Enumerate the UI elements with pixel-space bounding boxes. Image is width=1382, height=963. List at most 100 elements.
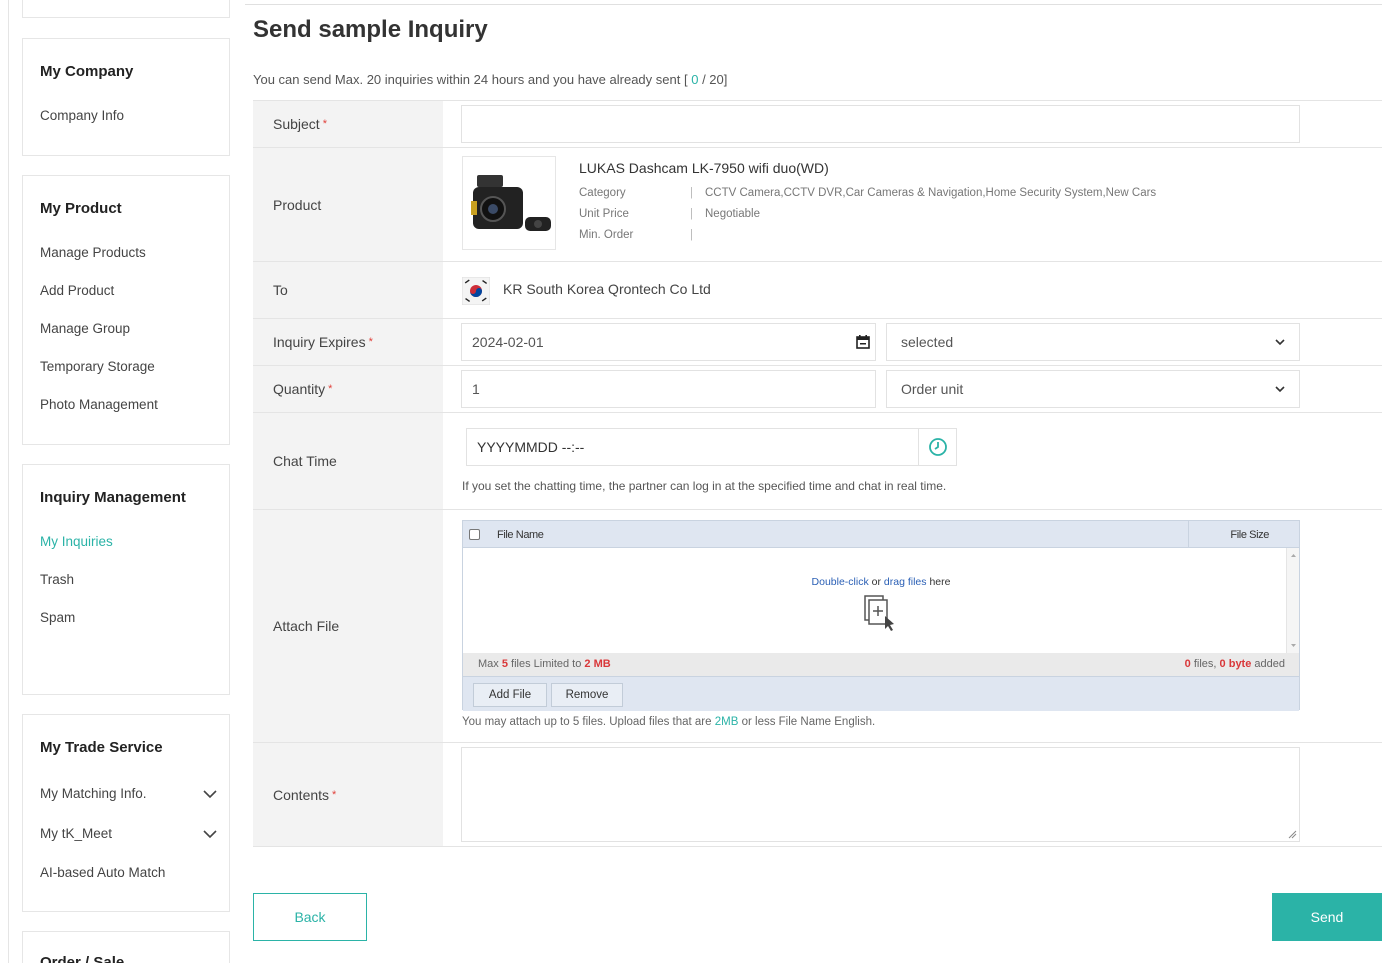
chat-time-note: If you set the chatting time, the partne…: [462, 479, 947, 493]
product-sep: |: [690, 229, 693, 241]
clock-icon[interactable]: [918, 428, 957, 466]
row-quantity: Quantity * 1 Order unit: [253, 366, 1382, 413]
drop-zone-scrollbar[interactable]: [1286, 548, 1299, 653]
sidebar-item-company-info[interactable]: Company Info: [40, 108, 124, 123]
drop-drag-files: drag files: [883, 576, 927, 588]
page-title: Send sample Inquiry: [253, 16, 488, 43]
order-unit-select[interactable]: Order unit: [886, 370, 1300, 408]
product-price-value: Negotiable: [705, 208, 760, 220]
expires-select-value: selected: [901, 334, 954, 350]
file-drop-zone[interactable]: Double-click or drag files here: [463, 548, 1299, 653]
limit-max: / 20]: [702, 72, 728, 87]
chevron-down-icon: [1275, 339, 1285, 346]
product-sep: |: [690, 187, 693, 199]
contents-label: Contents *: [253, 743, 443, 846]
expires-date-value: 2024-02-01: [472, 334, 544, 350]
select-all-checkbox[interactable]: [469, 529, 480, 540]
back-button[interactable]: Back: [253, 893, 367, 941]
send-button[interactable]: Send: [1272, 893, 1382, 941]
row-attach: Attach File File Name File Size Double-c…: [253, 510, 1382, 743]
limit-sent-count: 0: [691, 72, 699, 87]
sidebar-card-inquiry: Inquiry Management My Inquiries Trash Sp…: [22, 464, 230, 695]
attach-note-suffix: or less File Name English.: [741, 716, 876, 728]
sidebar-item-temporary-storage[interactable]: Temporary Storage: [40, 359, 155, 374]
resize-handle-icon[interactable]: [1288, 830, 1297, 839]
drop-double-click: Double-click: [811, 576, 869, 588]
product-min-order-key: Min. Order: [579, 229, 634, 241]
sidebar-item-my-inquiries[interactable]: My Inquiries: [40, 534, 113, 549]
subject-input[interactable]: [461, 105, 1300, 143]
sidebar-item-trash[interactable]: Trash: [40, 572, 74, 587]
sidebar-divider: [8, 0, 9, 963]
file-actions: Add File Remove: [463, 676, 1299, 711]
file-count-text: 0 files, 0 byte added: [1185, 658, 1285, 670]
inquiry-form: Subject * Product LUKAS Dashcam LK-7950 w…: [253, 100, 1382, 847]
chevron-down-icon[interactable]: [203, 790, 217, 800]
sidebar-item-tk-meet[interactable]: My tK_Meet: [40, 826, 112, 841]
drop-message: Double-click or drag files here: [463, 576, 1299, 588]
sidebar-item-manage-group[interactable]: Manage Group: [40, 321, 130, 336]
attach-note: You may attach up to 5 files. Upload fil…: [462, 716, 875, 728]
subject-label-text: Subject: [273, 116, 320, 132]
expires-select[interactable]: selected: [886, 323, 1300, 361]
drop-here: here: [929, 576, 951, 588]
expires-date-input[interactable]: 2024-02-01: [461, 323, 876, 361]
product-category-key: Category: [579, 187, 626, 199]
chat-time-label: Chat Time: [253, 413, 443, 509]
chevron-down-icon: [1275, 386, 1285, 393]
row-to: To KR South Korea Qrontech Co Ltd: [253, 262, 1382, 319]
chat-time-placeholder: YYYYMMDD --:--: [477, 439, 585, 455]
contents-textarea[interactable]: [461, 747, 1300, 842]
calendar-icon[interactable]: [856, 335, 870, 352]
sidebar-card-order: Order / Sale: [22, 931, 230, 963]
attach-note-text: You may attach up to 5 files. Upload fil…: [462, 716, 712, 728]
row-contents: Contents *: [253, 743, 1382, 847]
sidebar: My Company Company Info My Product Manag…: [0, 0, 245, 963]
row-expires: Inquiry Expires * 2024-02-01 selected: [253, 319, 1382, 366]
required-mark: *: [322, 118, 327, 130]
quantity-input[interactable]: 1: [461, 370, 876, 408]
required-mark: *: [368, 336, 373, 348]
sidebar-card-trade: My Trade Service My Matching Info. My tK…: [22, 714, 230, 912]
attach-label: Attach File: [253, 510, 443, 742]
product-thumbnail: [462, 156, 556, 250]
order-unit-value: Order unit: [901, 381, 964, 397]
sidebar-title-order: Order / Sale: [40, 954, 125, 963]
contents-label-text: Contents: [273, 786, 330, 803]
sidebar-item-manage-products[interactable]: Manage Products: [40, 245, 146, 260]
limit-text: You can send Max. 20 inquiries within 24…: [253, 72, 688, 87]
product-category-value: CCTV Camera,CCTV DVR,Car Cameras & Navig…: [705, 187, 1157, 199]
recipient-company: KR South Korea Qrontech Co Ltd: [503, 281, 711, 297]
column-file-name: File Name: [497, 529, 544, 541]
sidebar-item-add-product[interactable]: Add Product: [40, 283, 114, 298]
limit-mid-text: files Limited to: [511, 658, 582, 670]
quantity-label: Quantity *: [253, 366, 443, 412]
to-label: To: [253, 262, 443, 318]
added-word: added: [1254, 658, 1285, 670]
quantity-label-text: Quantity: [273, 381, 326, 397]
sidebar-item-matching-info[interactable]: My Matching Info.: [40, 786, 147, 801]
row-product: Product LUKAS Dashcam LK-7950 wifi duo(W…: [253, 148, 1382, 262]
column-file-size: File Size: [1230, 529, 1269, 541]
limit-max-size: 2 MB: [584, 658, 611, 670]
add-file-button[interactable]: Add File: [473, 683, 547, 707]
sidebar-title-inquiry: Inquiry Management: [40, 489, 186, 506]
limit-max-word: Max: [478, 658, 499, 670]
inquiry-limit-note: You can send Max. 20 inquiries within 24…: [253, 72, 727, 87]
expires-label-text: Inquiry Expires: [273, 334, 366, 350]
sidebar-item-auto-match[interactable]: AI-based Auto Match: [40, 865, 165, 880]
row-subject: Subject *: [253, 101, 1382, 148]
sidebar-title-company: My Company: [40, 63, 134, 80]
subject-label: Subject *: [253, 101, 443, 147]
chat-time-input[interactable]: YYYYMMDD --:--: [466, 428, 919, 466]
remove-file-button[interactable]: Remove: [551, 683, 623, 707]
sidebar-item-spam[interactable]: Spam: [40, 610, 75, 625]
sidebar-card-top: [22, 0, 230, 18]
main-content: Send sample Inquiry You can send Max. 20…: [253, 0, 1382, 963]
sidebar-title-product: My Product: [40, 200, 122, 217]
chevron-down-icon[interactable]: [203, 830, 217, 840]
limit-max-files: 5: [501, 658, 508, 670]
sidebar-item-photo-management[interactable]: Photo Management: [40, 397, 158, 412]
file-count: 0: [1184, 658, 1191, 670]
south-korea-flag-icon: [461, 276, 491, 306]
